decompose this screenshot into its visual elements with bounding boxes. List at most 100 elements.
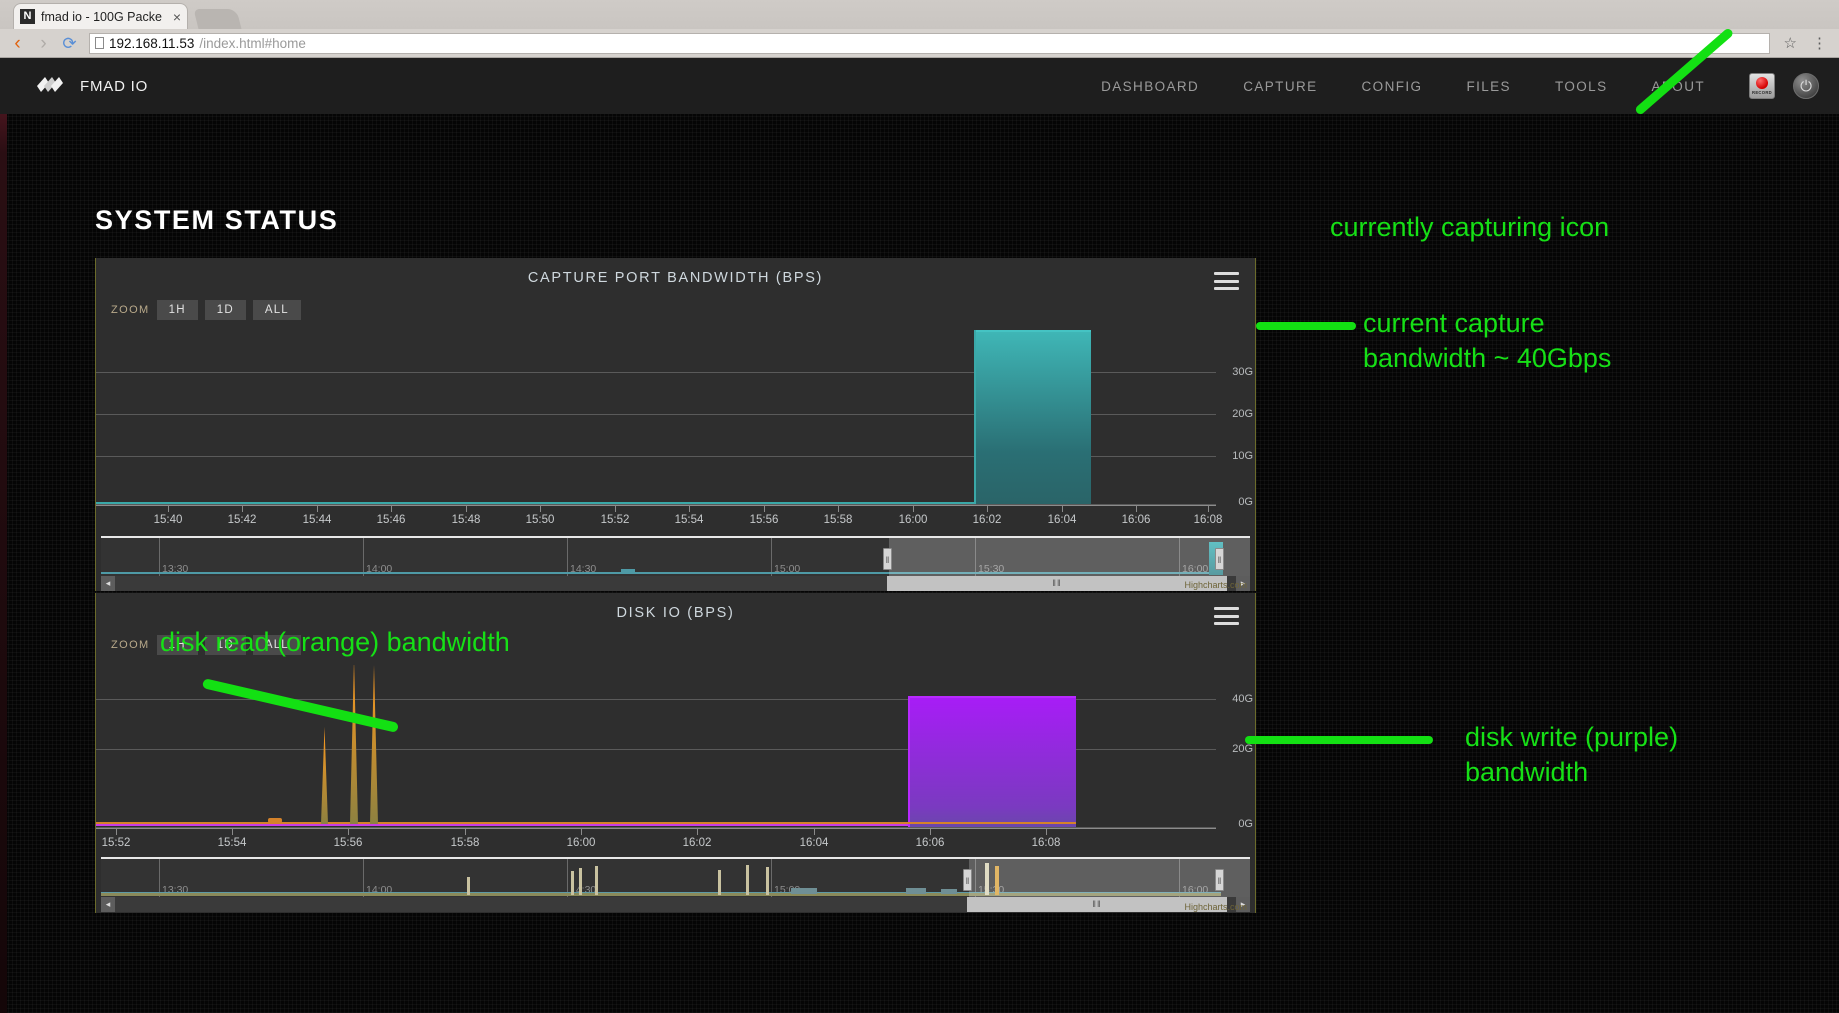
browser-menu-icon[interactable]: ⋮ (1808, 34, 1831, 52)
series-disk-read-spike (370, 665, 378, 824)
x-tick-label: 16:08 (1194, 514, 1223, 526)
browser-toolbar: ‹ › ⟳ 192.168.11.53/index.html#home ☆ ⋮ (0, 29, 1839, 58)
page-left-edge (0, 58, 7, 1013)
zoom-button-all[interactable]: ALL (253, 300, 301, 320)
chart-menu-icon[interactable] (1214, 272, 1239, 290)
annotation-line-capture-bandwidth (1256, 322, 1356, 330)
power-button[interactable]: ⏻ (1793, 73, 1819, 99)
y-axis-disk: 40G 20G 0G (1216, 665, 1257, 828)
address-bar[interactable]: 192.168.11.53/index.html#home (89, 33, 1770, 54)
navigator-handle-right[interactable]: ‖ (1215, 548, 1224, 570)
browser-chrome: N fmad io - 100G Packe × ‹ › ⟳ 192.168.1… (0, 0, 1839, 58)
nav-item-dashboard[interactable]: DASHBOARD (1079, 79, 1221, 94)
record-label: RECORD (1752, 90, 1772, 95)
x-tick-label: 16:06 (1122, 514, 1151, 526)
navigator-handle-left[interactable]: ‖ (883, 548, 892, 570)
series-disk-read-baseline (96, 822, 1076, 824)
navigator-series-bump (621, 569, 635, 573)
navigator-handle-left[interactable]: ‖ (963, 869, 972, 891)
site-navbar: FMAD IO DASHBOARD CAPTURE CONFIG FILES T… (0, 58, 1839, 114)
x-tick-label: 15:52 (102, 837, 131, 849)
zoom-label: ZOOM (111, 639, 150, 651)
zoom-button-1h[interactable]: 1H (157, 300, 198, 320)
y-tick-label: 10G (1232, 450, 1253, 462)
page-title: SYSTEM STATUS (95, 205, 338, 236)
forward-icon[interactable]: › (34, 34, 53, 53)
browser-tab[interactable]: N fmad io - 100G Packe × (13, 3, 188, 29)
reload-icon[interactable]: ⟳ (60, 34, 79, 53)
bookmark-star-icon[interactable]: ☆ (1780, 34, 1801, 52)
x-tick-label: 15:54 (675, 514, 704, 526)
zoom-button-1d[interactable]: 1D (205, 300, 246, 320)
x-axis-disk: 15:52 15:54 15:56 15:58 16:00 16:02 16:0… (96, 828, 1216, 856)
series-disk-write-riser (908, 696, 910, 827)
y-tick-label: 30G (1232, 366, 1253, 378)
chart-plot-disk: 40G 20G 0G 15:52 15:54 15:56 15:58 16:00… (96, 665, 1255, 835)
x-tick-label: 16:00 (899, 514, 928, 526)
y-tick-label: 0G (1238, 818, 1253, 830)
annotation-disk-write: disk write (purple) bandwidth (1465, 720, 1678, 789)
zoom-label: ZOOM (111, 304, 150, 316)
url-path: /index.html#home (199, 36, 306, 51)
x-tick-label: 15:40 (154, 514, 183, 526)
x-tick-label: 15:46 (377, 514, 406, 526)
annotation-disk-read: disk read (orange) bandwidth (160, 625, 510, 660)
chart-title: CAPTURE PORT BANDWIDTH (BPS) (96, 258, 1255, 286)
chart-menu-icon[interactable] (1214, 607, 1239, 625)
chart-credit[interactable]: Highcharts.com (1184, 902, 1247, 912)
x-tick-label: 15:56 (334, 837, 363, 849)
x-tick-label: 15:58 (824, 514, 853, 526)
nav-item-files[interactable]: FILES (1444, 79, 1533, 94)
chart-title: DISK IO (BPS) (96, 593, 1255, 621)
navigator-handle-right[interactable]: ‖ (1215, 869, 1224, 891)
scrollbar-thumb[interactable]: ‖‖ (887, 576, 1227, 591)
scroll-left-icon[interactable]: ◂ (101, 897, 115, 912)
chart-scrollbar-disk[interactable]: ◂ ▸ ‖‖ (101, 897, 1250, 912)
record-button[interactable]: RECORD (1749, 73, 1775, 99)
y-axis-capture: 30G 20G 10G 0G (1216, 330, 1257, 505)
x-tick-label: 15:52 (601, 514, 630, 526)
series-disk-write-area (908, 696, 1076, 827)
y-tick-label: 20G (1232, 743, 1253, 755)
plot-area (96, 665, 1216, 828)
brand[interactable]: FMAD IO (35, 75, 148, 97)
x-tick-label: 16:02 (973, 514, 1002, 526)
x-tick-label: 16:04 (800, 837, 829, 849)
nav-item-capture[interactable]: CAPTURE (1221, 79, 1339, 94)
zoom-controls: ZOOM 1H 1D ALL (111, 300, 301, 320)
y-tick-label: 40G (1232, 693, 1253, 705)
page-body: FMAD IO DASHBOARD CAPTURE CONFIG FILES T… (0, 58, 1839, 1013)
x-tick-label: 15:50 (526, 514, 555, 526)
y-tick-label: 0G (1238, 496, 1253, 508)
series-disk-read-spike (350, 665, 358, 824)
x-tick-label: 15:58 (451, 837, 480, 849)
x-tick-label: 16:08 (1032, 837, 1061, 849)
x-tick-label: 16:02 (683, 837, 712, 849)
series-disk-write-baseline (96, 824, 908, 826)
series-capture-baseline (96, 502, 976, 504)
url-host: 192.168.11.53 (109, 36, 194, 51)
annotation-capturing-icon: currently capturing icon (1330, 210, 1609, 245)
x-tick-label: 15:54 (218, 837, 247, 849)
nav-item-tools[interactable]: TOOLS (1533, 79, 1630, 94)
chart-plot-capture: 30G 20G 10G 0G 15:40 15:42 15:44 15:46 1… (96, 330, 1255, 512)
tab-strip: N fmad io - 100G Packe × (0, 0, 1839, 29)
series-capture-area (976, 330, 1091, 504)
nav-item-config[interactable]: CONFIG (1340, 79, 1445, 94)
x-tick-label: 16:06 (916, 837, 945, 849)
fmad-logo-icon (35, 75, 71, 97)
annotation-line-disk-write (1245, 736, 1433, 744)
tab-favicon-icon: N (20, 9, 35, 24)
plot-area (96, 330, 1216, 505)
chart-scrollbar-capture[interactable]: ◂ ▸ ‖‖ (101, 576, 1250, 591)
x-tick-label: 15:44 (303, 514, 332, 526)
x-tick-label: 16:04 (1048, 514, 1077, 526)
close-icon[interactable]: × (173, 9, 181, 25)
new-tab-button[interactable] (194, 9, 242, 29)
page-icon (95, 37, 104, 49)
chart-credit[interactable]: Highcharts.com (1184, 580, 1247, 590)
back-icon[interactable]: ‹ (8, 34, 27, 53)
x-tick-label: 15:42 (228, 514, 257, 526)
series-disk-read-bump (268, 818, 282, 823)
scroll-left-icon[interactable]: ◂ (101, 576, 115, 591)
